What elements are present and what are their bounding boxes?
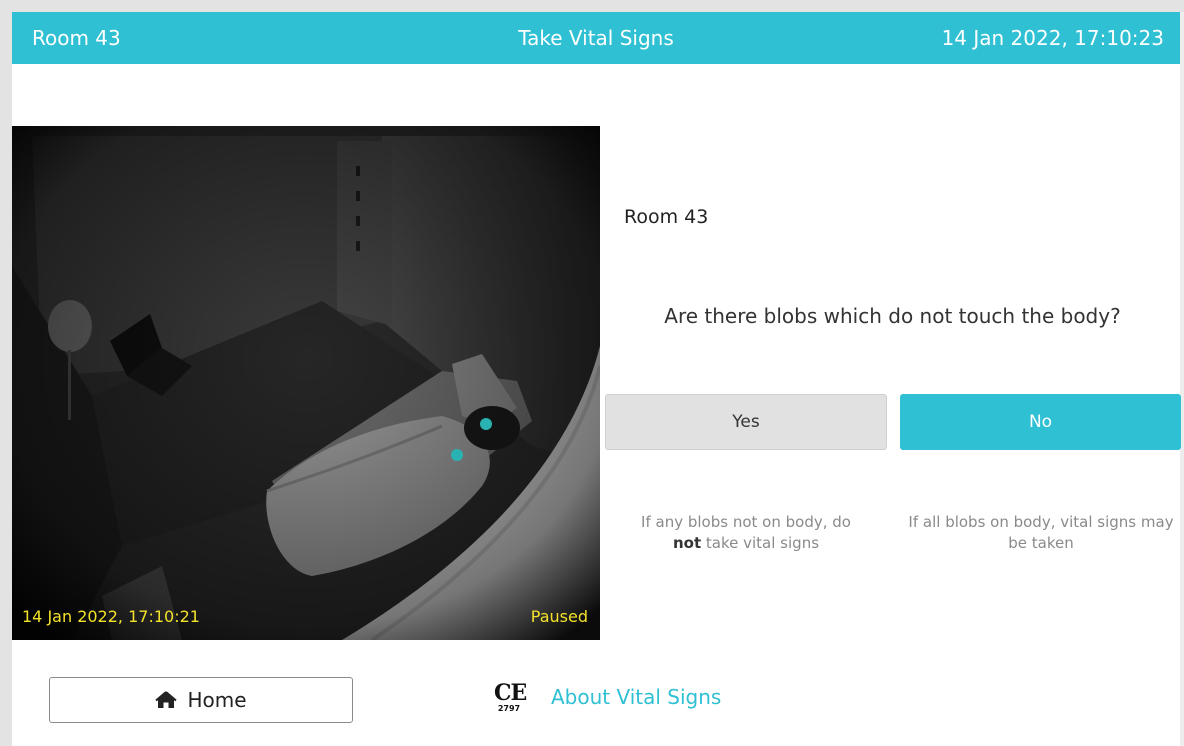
about-vital-signs-link[interactable]: About Vital Signs xyxy=(551,685,721,709)
yes-hint-after: take vital signs xyxy=(701,534,820,552)
yes-button[interactable]: Yes xyxy=(605,394,887,450)
blob-marker xyxy=(480,418,492,430)
video-timestamp: 14 Jan 2022, 17:10:21 xyxy=(22,607,200,626)
home-icon xyxy=(155,691,178,708)
blob-marker xyxy=(451,449,463,461)
no-hint: If all blobs on body, vital signs may be… xyxy=(908,513,1174,552)
video-status: Paused xyxy=(530,607,588,626)
question-text: Are there blobs which do not touch the b… xyxy=(664,304,1121,328)
header-bar: Room 43 Take Vital Signs 14 Jan 2022, 17… xyxy=(12,12,1180,64)
window-left-border xyxy=(0,12,12,746)
home-button[interactable]: Home xyxy=(49,677,353,723)
panel-room-title: Room 43 xyxy=(624,206,709,228)
no-button-label: No xyxy=(1028,412,1053,432)
yes-hint: If any blobs not on body, do not take vi… xyxy=(605,512,887,554)
window-right-border xyxy=(1180,12,1184,746)
window-top-border xyxy=(0,0,1184,12)
room-image xyxy=(12,126,600,640)
home-button-label: Home xyxy=(187,688,247,712)
header-datetime: 14 Jan 2022, 17:10:23 xyxy=(941,26,1164,50)
yes-hint-before: If any blobs not on body, do xyxy=(641,513,851,531)
ce-mark-icon: CE 2797 xyxy=(494,680,527,713)
camera-feed: 14 Jan 2022, 17:10:21 Paused xyxy=(12,126,600,640)
yes-button-label: Yes xyxy=(732,412,760,432)
yes-hint-bold: not xyxy=(672,534,702,552)
ce-number: 2797 xyxy=(497,704,521,713)
no-button[interactable]: No xyxy=(900,394,1181,450)
